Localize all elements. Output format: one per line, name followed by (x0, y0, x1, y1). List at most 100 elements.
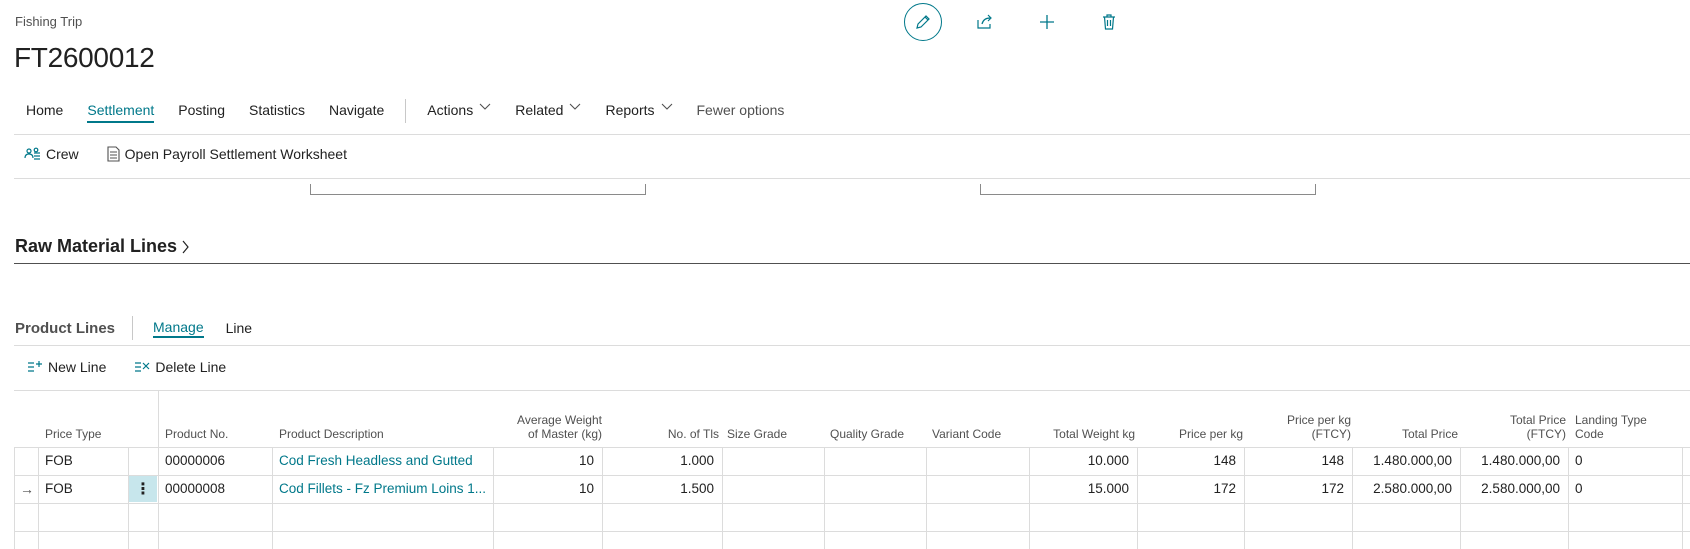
column-header-label: Product No. (165, 427, 229, 441)
column-header-product-description[interactable]: Product Description (279, 390, 479, 447)
product-description-cell[interactable]: Cod Fillets - Fz Premium Loins 1... (279, 475, 489, 503)
menu-actions-label: Actions (427, 102, 474, 118)
total-price-ftcy-cell[interactable]: 1.480.000,00 (1465, 447, 1560, 475)
header-line: Average Weight (517, 413, 602, 427)
column-header-quality-grade[interactable]: Quality Grade (830, 390, 930, 447)
edit-icon (916, 15, 930, 29)
top-action-bar (904, 3, 1128, 41)
column-header-product-no[interactable]: Product No. (165, 390, 265, 447)
share-button[interactable] (966, 3, 1004, 41)
column-header-total-weight[interactable]: Total Weight kg (1036, 390, 1135, 447)
total-weight-cell[interactable]: 15.000 (1034, 475, 1129, 503)
column-header-total-price-ftcy[interactable]: Total Price (FTCY) (1467, 390, 1566, 447)
column-header-label: Total Weight kg (1053, 427, 1135, 441)
menu-home[interactable]: Home (14, 100, 75, 126)
current-row-arrow-icon: → (20, 481, 34, 497)
delete-line-button[interactable]: Delete Line (134, 359, 226, 375)
column-header-label: Size Grade (727, 427, 788, 441)
price-type-cell[interactable]: FOB (45, 447, 125, 475)
menu-related[interactable]: Related (503, 100, 593, 126)
tab-line[interactable]: Line (226, 320, 252, 336)
fewer-options-label: Fewer options (696, 102, 785, 118)
crew-icon (24, 147, 40, 160)
header-line: Total Price (1509, 413, 1566, 427)
section-divider-line (14, 263, 1690, 264)
landing-type-code-cell[interactable]: 0 (1575, 475, 1675, 503)
delete-line-icon (135, 362, 150, 372)
chevron-down-icon (661, 103, 672, 110)
empty-table-row[interactable] (14, 531, 1690, 549)
price-per-kg-cell[interactable]: 172 (1142, 475, 1236, 503)
column-header-variant-code[interactable]: Variant Code (932, 390, 1032, 447)
product-no-cell[interactable]: 00000006 (165, 447, 269, 475)
menu-divider (405, 99, 407, 123)
raw-material-lines-header[interactable]: Raw Material Lines (15, 236, 190, 257)
row-menu-button[interactable]: ⋮ (129, 476, 157, 502)
header-line: of Master (kg) (527, 427, 602, 441)
field-underline (980, 184, 1316, 195)
new-line-label: New Line (48, 359, 107, 375)
total-price-cell[interactable]: 1.480.000,00 (1357, 447, 1452, 475)
header-line: Landing Type (1575, 413, 1647, 427)
part-divider (132, 316, 134, 340)
chevron-right-icon (182, 240, 189, 253)
column-header-landing-type-code[interactable]: Landing Type Code (1575, 390, 1675, 447)
action-menu-bar: Home Settlement Posting Statistics Navig… (14, 99, 797, 132)
delete-icon (1103, 14, 1115, 30)
chevron-down-icon (479, 103, 491, 110)
menu-navigate[interactable]: Navigate (317, 100, 396, 126)
column-header-label: No. of Tls (667, 427, 719, 441)
product-lines-header: Product Lines Manage Line (15, 316, 274, 340)
total-weight-cell[interactable]: 10.000 (1034, 447, 1129, 475)
column-header-price-per-kg-ftcy[interactable]: Price per kg (FTCY) (1252, 390, 1351, 447)
price-per-kg-cell[interactable]: 148 (1142, 447, 1236, 475)
menu-reports[interactable]: Reports (593, 100, 684, 126)
no-of-tls-cell[interactable]: 1.000 (608, 447, 714, 475)
column-header-label: Price per kg (FTCY) (1287, 413, 1351, 441)
product-lines-action-bar: New Line Delete Line (27, 359, 254, 375)
new-line-button[interactable]: New Line (27, 359, 106, 375)
chevron-down-icon (570, 103, 581, 110)
menu-posting-label: Posting (178, 102, 225, 118)
product-description-cell[interactable]: Cod Fresh Headless and Gutted (279, 447, 489, 475)
menu-reports-label: Reports (605, 102, 655, 118)
delete-button[interactable] (1090, 3, 1128, 41)
crew-label: Crew (46, 146, 79, 162)
new-line-icon (28, 361, 42, 372)
column-header-label: Landing Type Code (1575, 413, 1647, 441)
landing-type-code-cell[interactable]: 0 (1575, 447, 1675, 475)
header-line: Code (1575, 427, 1604, 441)
price-per-kg-ftcy-cell[interactable]: 172 (1249, 475, 1344, 503)
total-price-cell[interactable]: 2.580.000,00 (1357, 475, 1452, 503)
no-of-tls-cell[interactable]: 1.500 (608, 475, 714, 503)
crew-button[interactable]: Crew (24, 146, 79, 162)
menu-actions[interactable]: Actions (415, 100, 503, 126)
column-header-no-of-tls[interactable]: No. of Tls (616, 390, 719, 447)
document-icon (107, 146, 120, 162)
average-weight-cell[interactable]: 10 (498, 475, 594, 503)
header-line: (FTCY) (1311, 427, 1351, 441)
column-header-total-price[interactable]: Total Price (1360, 390, 1458, 447)
fewer-options-button[interactable]: Fewer options (685, 100, 797, 126)
column-header-size-grade[interactable]: Size Grade (727, 390, 827, 447)
new-button[interactable] (1028, 3, 1066, 41)
column-header-price-type[interactable]: Price Type (45, 390, 125, 447)
page-title: FT2600012 (14, 42, 155, 73)
tab-manage[interactable]: Manage (153, 319, 204, 338)
menu-home-label: Home (26, 102, 64, 118)
menu-posting[interactable]: Posting (166, 100, 237, 126)
price-per-kg-ftcy-cell[interactable]: 148 (1249, 447, 1344, 475)
product-no-cell[interactable]: 00000008 (165, 475, 269, 503)
menu-statistics[interactable]: Statistics (237, 100, 317, 126)
edit-button[interactable] (904, 3, 942, 41)
column-header-price-per-kg[interactable]: Price per kg (1144, 390, 1243, 447)
column-header-average-weight[interactable]: Average Weight of Master (kg) (490, 390, 602, 447)
open-payroll-settlement-worksheet-button[interactable]: Open Payroll Settlement Worksheet (107, 146, 347, 162)
menu-settlement[interactable]: Settlement (75, 100, 166, 126)
average-weight-cell[interactable]: 10 (498, 447, 594, 475)
delete-line-label: Delete Line (155, 359, 227, 375)
price-type-cell[interactable]: FOB (45, 475, 125, 503)
total-price-ftcy-cell[interactable]: 2.580.000,00 (1465, 475, 1560, 503)
empty-table-row[interactable] (14, 503, 1690, 531)
menu-navigate-label: Navigate (329, 102, 385, 118)
